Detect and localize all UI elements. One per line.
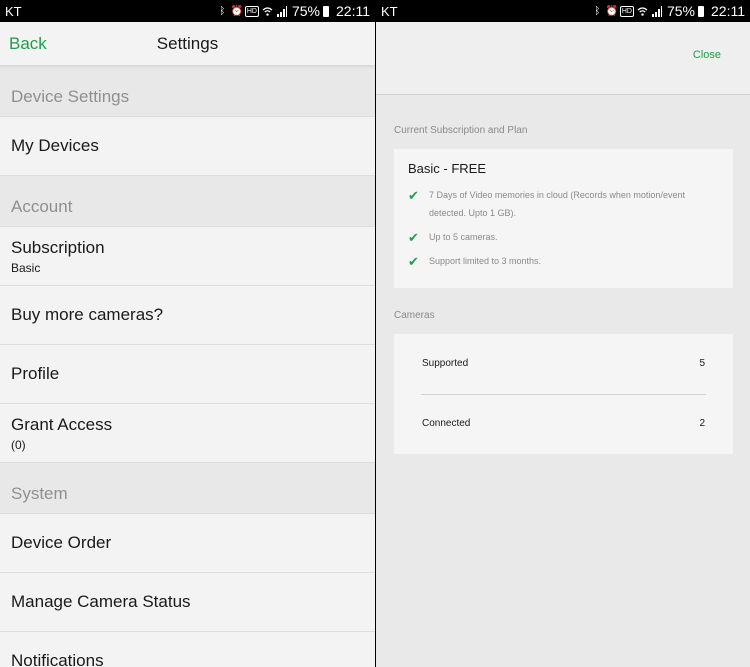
- divider: [421, 394, 706, 395]
- hd-badge: HD: [619, 5, 634, 17]
- status-bar: KT ᛒ ⏰ HD 75% 22:11: [0, 0, 375, 22]
- bluetooth-icon: ᛒ: [594, 5, 601, 17]
- plan-feature: ✔ Support limited to 3 months.: [408, 252, 719, 270]
- row-label: Subscription: [11, 237, 105, 257]
- feature-text: 7 Days of Video memories in cloud (Recor…: [429, 190, 685, 218]
- settings-header: Back Settings: [0, 22, 375, 66]
- row-subscription[interactable]: Subscription Basic: [0, 227, 375, 286]
- signal-icon: [651, 5, 662, 17]
- check-icon: ✔: [408, 254, 419, 269]
- plan-name: Basic - FREE: [408, 161, 487, 176]
- row-label: Notifications: [11, 651, 104, 667]
- supported-label: Supported: [422, 358, 469, 369]
- row-label: Manage Camera Status: [11, 592, 191, 611]
- connected-value: 2: [699, 418, 705, 429]
- row-value: (0): [11, 437, 26, 452]
- row-label: My Devices: [11, 136, 99, 155]
- cameras-supported-row: Supported 5: [422, 358, 705, 369]
- close-button[interactable]: Close: [693, 49, 721, 61]
- carrier-label: KT: [381, 3, 398, 19]
- carrier-label: KT: [5, 3, 22, 19]
- wifi-icon: [637, 6, 648, 17]
- row-label: Device Order: [11, 533, 112, 552]
- row-grant-access[interactable]: Grant Access (0): [0, 404, 375, 463]
- hd-badge: HD: [244, 5, 259, 17]
- plan-feature: ✔ 7 Days of Video memories in cloud (Rec…: [408, 186, 719, 222]
- section-header-account: Account: [0, 176, 375, 227]
- row-label: Grant Access: [11, 414, 113, 434]
- detail-header: Close: [376, 22, 750, 95]
- section-header-system: System: [0, 463, 375, 514]
- row-value: Basic: [11, 260, 41, 275]
- row-label: Profile: [11, 364, 60, 383]
- clock: 22:11: [711, 3, 745, 19]
- feature-text: Up to 5 cameras.: [429, 232, 498, 242]
- row-buy-more-cameras[interactable]: Buy more cameras?: [0, 286, 375, 345]
- plan-card: Basic - FREE ✔ 7 Days of Video memories …: [394, 149, 733, 288]
- row-profile[interactable]: Profile: [0, 345, 375, 404]
- row-device-order[interactable]: Device Order: [0, 514, 375, 573]
- signal-icon: [276, 5, 287, 17]
- check-icon: ✔: [408, 188, 419, 203]
- row-label: Buy more cameras?: [11, 305, 164, 324]
- settings-screen: KT ᛒ ⏰ HD 75% 22:11 Back Settings Device…: [0, 0, 375, 667]
- feature-text: Support limited to 3 months.: [429, 256, 542, 266]
- row-my-devices[interactable]: My Devices: [0, 117, 375, 176]
- page-title: Settings: [156, 33, 219, 53]
- alarm-icon: ⏰: [605, 5, 619, 17]
- check-icon: ✔: [408, 230, 419, 245]
- cameras-section-title: Cameras: [394, 310, 435, 321]
- wifi-icon: [262, 6, 273, 17]
- connected-label: Connected: [422, 418, 471, 429]
- cameras-card: Supported 5 Connected 2: [394, 334, 733, 454]
- battery-icon: [323, 5, 329, 17]
- clock: 22:11: [336, 3, 370, 19]
- alarm-icon: ⏰: [230, 5, 244, 17]
- status-icons: ᛒ ⏰ HD 75% 22:11: [592, 3, 745, 19]
- status-bar: KT ᛒ ⏰ HD 75% 22:11: [376, 0, 750, 22]
- battery-icon: [698, 5, 704, 17]
- subscription-detail-screen: KT ᛒ ⏰ HD 75% 22:11 Close Current Subscr…: [376, 0, 750, 667]
- battery-percent: 75%: [291, 3, 320, 19]
- row-notifications[interactable]: Notifications: [0, 632, 375, 667]
- section-header-device-settings: Device Settings: [0, 66, 375, 117]
- back-button[interactable]: Back: [9, 34, 47, 54]
- battery-percent: 75%: [666, 3, 695, 19]
- row-manage-camera-status[interactable]: Manage Camera Status: [0, 573, 375, 632]
- plan-section-title: Current Subscription and Plan: [394, 125, 528, 136]
- cameras-connected-row: Connected 2: [422, 418, 705, 429]
- status-icons: ᛒ ⏰ HD 75% 22:11: [217, 3, 370, 19]
- supported-value: 5: [699, 358, 705, 369]
- plan-feature: ✔ Up to 5 cameras.: [408, 228, 719, 246]
- bluetooth-icon: ᛒ: [219, 5, 226, 17]
